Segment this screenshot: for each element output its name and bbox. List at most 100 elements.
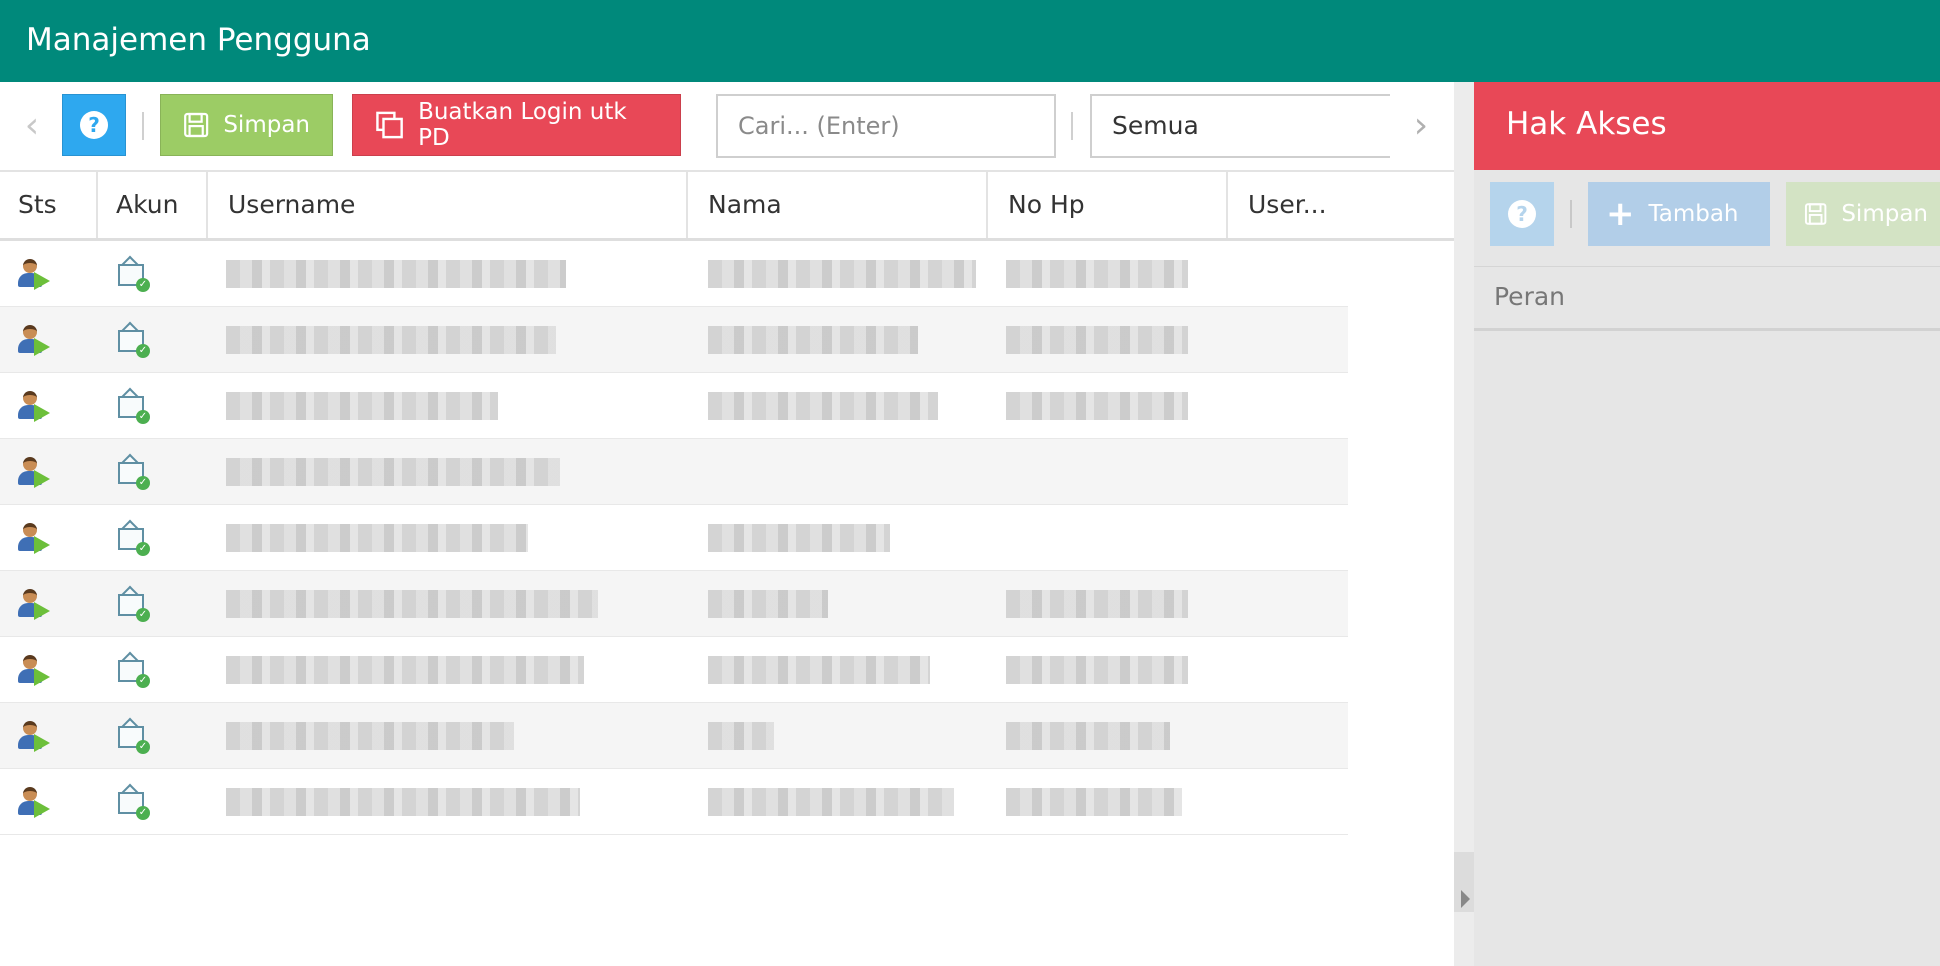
redacted-text [226, 524, 528, 552]
redacted-text [708, 788, 954, 816]
redacted-text [708, 656, 930, 684]
username-cell [226, 769, 580, 835]
chevron-right-icon[interactable]: › [1406, 106, 1436, 146]
user-status-icon [18, 258, 52, 290]
floppy-disk-icon [184, 112, 209, 138]
user-status-icon [18, 522, 52, 554]
nama-cell [708, 307, 918, 373]
table-row[interactable]: ✓ [0, 637, 1348, 703]
user-status-icon [18, 654, 52, 686]
mail-verified-icon: ✓ [116, 255, 150, 292]
column-header-sts[interactable]: Sts [0, 172, 98, 238]
user-status-icon [18, 720, 52, 752]
table-row[interactable]: ✓ [0, 241, 1348, 307]
table-row[interactable]: ✓ [0, 505, 1348, 571]
panel-splitter[interactable] [1454, 82, 1474, 966]
nama-cell [708, 241, 976, 307]
status-cell [18, 241, 52, 307]
table-row[interactable]: ✓ [0, 703, 1348, 769]
page-title: Manajemen Pengguna [26, 22, 371, 58]
copy-icon [376, 111, 403, 139]
mail-verified-icon: ✓ [116, 387, 150, 424]
user-status-icon [18, 324, 52, 356]
account-cell: ✓ [116, 439, 150, 505]
redacted-text [1006, 326, 1188, 354]
table-row[interactable]: ✓ [0, 769, 1348, 835]
mail-verified-icon: ✓ [116, 783, 150, 820]
account-cell: ✓ [116, 571, 150, 637]
status-cell [18, 703, 52, 769]
question-circle-icon: ? [80, 111, 108, 139]
no-hp-cell [1006, 769, 1182, 835]
username-cell [226, 571, 598, 637]
redacted-text [226, 788, 580, 816]
column-header-akun[interactable]: Akun [98, 172, 208, 238]
redacted-text [226, 260, 566, 288]
mail-verified-icon: ✓ [116, 585, 150, 622]
account-cell: ✓ [116, 307, 150, 373]
status-cell [18, 373, 52, 439]
redacted-text [1006, 590, 1188, 618]
redacted-text [708, 260, 976, 288]
chevron-left-icon[interactable]: ‹ [18, 106, 46, 146]
username-cell [226, 307, 556, 373]
user-table: ✓ ✓ ✓ ✓ ✓ ✓ ✓ ✓ ✓ [0, 241, 1348, 835]
mail-verified-icon: ✓ [116, 717, 150, 754]
nama-cell [708, 703, 774, 769]
redacted-text [708, 722, 774, 750]
username-cell [226, 505, 528, 571]
filter-select[interactable]: Semua [1090, 94, 1390, 158]
redacted-text [708, 392, 938, 420]
role-column-header[interactable]: Peran [1474, 266, 1940, 331]
help-button[interactable]: ? [62, 94, 126, 156]
no-hp-cell [1006, 703, 1170, 769]
no-hp-cell [1006, 307, 1188, 373]
expand-arrow-icon [1461, 890, 1470, 908]
column-header-no-hp[interactable]: No Hp [988, 172, 1228, 238]
plus-icon: + [1606, 194, 1635, 234]
access-panel-title: Hak Akses [1506, 106, 1667, 142]
table-row[interactable]: ✓ [0, 373, 1348, 439]
account-cell: ✓ [116, 241, 150, 307]
column-header-nama[interactable]: Nama [688, 172, 988, 238]
account-cell: ✓ [116, 703, 150, 769]
account-cell: ✓ [116, 637, 150, 703]
account-cell: ✓ [116, 505, 150, 571]
username-cell [226, 241, 566, 307]
mail-verified-icon: ✓ [116, 519, 150, 556]
mail-verified-icon: ✓ [116, 651, 150, 688]
nama-cell [708, 373, 938, 439]
floppy-disk-icon [1804, 203, 1827, 225]
username-cell [226, 373, 498, 439]
column-header-username[interactable]: Username [208, 172, 688, 238]
access-panel-header: Hak Akses [1474, 82, 1940, 170]
nama-cell [708, 769, 954, 835]
redacted-text [1006, 722, 1170, 750]
redacted-text [226, 656, 584, 684]
create-login-button[interactable]: Buatkan Login utk PD [352, 94, 681, 156]
redacted-text [1006, 260, 1188, 288]
toolbar-separator [142, 112, 144, 140]
redacted-text [1006, 656, 1188, 684]
status-cell [18, 439, 52, 505]
redacted-text [1006, 788, 1182, 816]
user-status-icon [18, 456, 52, 488]
access-save-button[interactable]: Simpan [1786, 182, 1940, 246]
table-header: Sts Akun Username Nama No Hp User... [0, 172, 1454, 241]
no-hp-cell [1006, 241, 1188, 307]
table-row[interactable]: ✓ [0, 307, 1348, 373]
column-header-user[interactable]: User... [1228, 172, 1454, 238]
status-cell [18, 637, 52, 703]
redacted-text [226, 722, 514, 750]
access-help-button[interactable]: ? [1490, 182, 1554, 246]
save-button[interactable]: Simpan [160, 94, 333, 156]
redacted-text [708, 590, 828, 618]
mail-verified-icon: ✓ [116, 321, 150, 358]
username-cell [226, 637, 584, 703]
add-role-button[interactable]: + Tambah [1588, 182, 1770, 246]
redacted-text [226, 590, 598, 618]
search-input[interactable] [716, 94, 1056, 158]
table-row[interactable]: ✓ [0, 571, 1348, 637]
table-row[interactable]: ✓ [0, 439, 1348, 505]
toolbar-separator [1071, 112, 1073, 140]
